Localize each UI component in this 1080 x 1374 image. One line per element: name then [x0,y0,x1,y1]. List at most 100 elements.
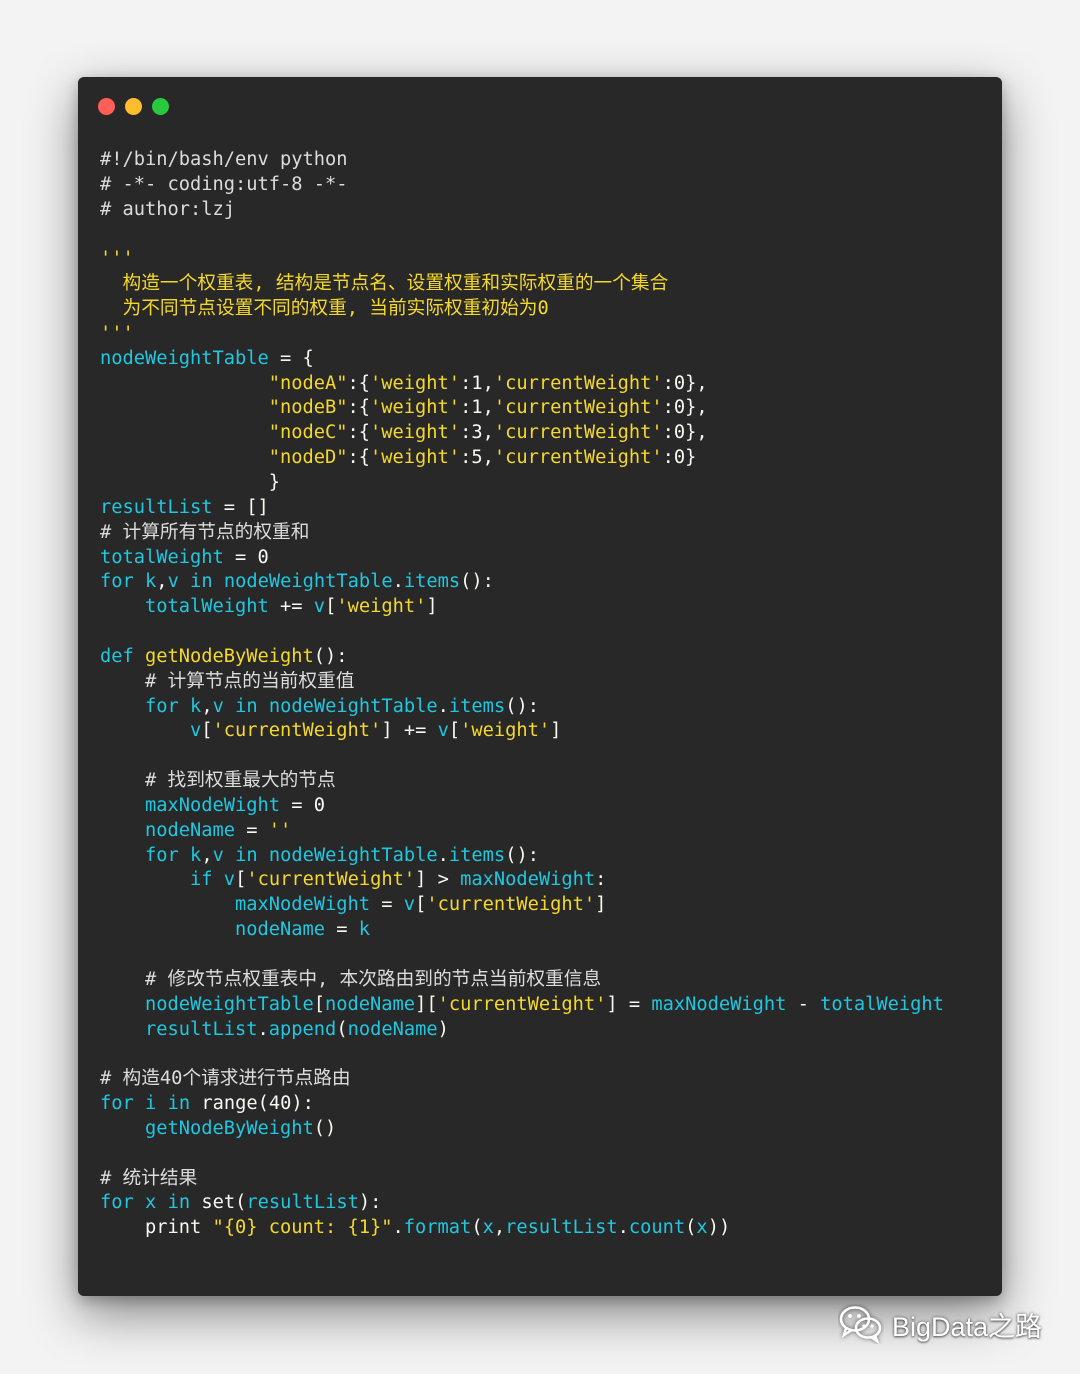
code-line: maxNodeWight = 0 [100,794,944,819]
code-token: [ [448,720,461,742]
code-token: . [257,1018,269,1040]
code-token: nodeName [347,1018,438,1040]
code-line: nodeWeightTable[nodeName]['currentWeight… [100,993,944,1018]
code-token: = { [268,347,314,369]
code-token: 'weight' [460,720,551,742]
code-token: . [437,844,449,866]
code-token: nodeName [325,993,416,1015]
code-token: nodeWeightTable [268,695,438,717]
code-token: '' [268,819,292,841]
code-token: 40 [268,1093,292,1115]
code-line: for x in set(resultList): [100,1191,944,1216]
code-token: :3, [460,422,494,444]
code-token: :{ [347,422,371,444]
code-token: x [482,1217,494,1239]
code-token: # author:lzj [100,198,236,220]
code-token: , [201,844,213,866]
code-token: for [100,571,134,593]
code-token: [ [313,993,326,1015]
code-token: totalWeight [100,546,224,568]
code-token: ): [358,1192,382,1214]
code-line: 为不同节点设置不同的权重, 当前实际权重初始为0 [100,297,944,322]
code-token: items [403,571,461,593]
watermark: BigData之路 [838,1304,1042,1344]
close-button[interactable] [98,98,115,115]
code-line: # -*- coding:utf-8 -*- [100,173,944,198]
code-token: . [617,1217,629,1239]
code-line: # 构造40个请求进行节点路由 [100,1067,944,1092]
code-token: getNodeByWeight [145,1117,314,1139]
code-token: ( [336,1018,348,1040]
code-token: for [145,695,179,717]
code-token: v [212,844,224,866]
code-token: "nodeB" [268,397,348,419]
code-token: # 构造40个请求进行节点路由 [100,1068,351,1090]
minimize-button[interactable] [125,98,142,115]
code-token: ( [235,1192,247,1214]
code-token: # 统计结果 [100,1167,198,1189]
code-token: 构造一个权重表, 结构是节点名、设置权重和实际权重的一个集合 [100,273,669,295]
code-line: } [100,471,944,496]
code-token: )) [707,1217,731,1239]
code-token: count [628,1217,686,1239]
code-token: set [201,1192,236,1214]
code-token: () [313,1117,337,1139]
code-token: getNodeByWeight [145,645,314,667]
code-token: ] [550,720,562,742]
code-token: x [696,1217,708,1239]
code-token: k [190,844,202,866]
code-token: # 修改节点权重表中, 本次路由到的节点当前权重信息 [145,968,602,990]
code-token: = [223,546,258,568]
code-token: :1, [460,372,494,394]
maximize-button[interactable] [152,98,169,115]
code-line: nodeName = '' [100,819,944,844]
code-token: . [437,695,449,717]
code-token: 'weight' [370,447,461,469]
code-token: items [448,695,506,717]
code-token: totalWeight [820,993,944,1015]
code-token: "{0} count: {1}" [212,1217,393,1239]
code-line: 构造一个权重表, 结构是节点名、设置权重和实际权重的一个集合 [100,272,944,297]
code-token: . [392,1217,404,1239]
code-token: resultList [145,1018,258,1040]
code-line: for k,v in nodeWeightTable.items(): [100,695,944,720]
code-token: append [268,1018,337,1040]
code-token: = [] [212,496,269,518]
code-token: :{ [347,372,371,394]
code-token: nodeName [235,919,326,941]
code-token: for [100,1093,134,1115]
code-token: nodeWeightTable [223,571,393,593]
code-token: ( [685,1217,697,1239]
code-token: :0} [662,447,697,469]
code-token: 'currentWeight' [246,869,416,891]
code-token: items [448,844,506,866]
wechat-icon [839,1306,882,1344]
code-token: def [100,645,134,667]
code-token: k [145,571,157,593]
code-token: # 找到权重最大的节点 [145,770,336,792]
code-line: # 修改节点权重表中, 本次路由到的节点当前权重信息 [100,968,944,993]
code-token: :0}, [662,397,708,419]
code-token: in [167,1192,191,1214]
code-token: nodeWeightTable [268,844,438,866]
code-token: ''' [100,322,134,344]
code-line: ''' [100,322,944,347]
code-line: if v['currentWeight'] > maxNodeWight: [100,868,944,893]
